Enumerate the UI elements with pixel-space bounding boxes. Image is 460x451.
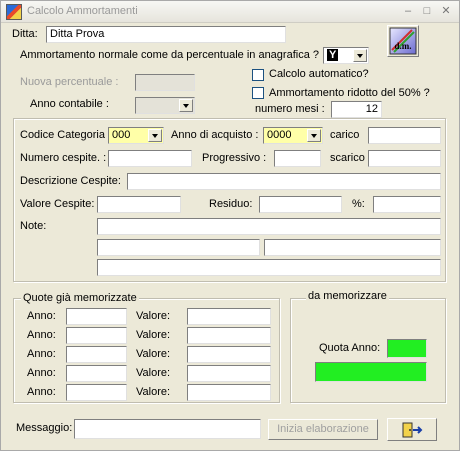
quote-valore-field[interactable] [187,327,271,344]
note-field-4[interactable] [97,259,441,276]
app-icon [6,4,22,20]
quote-anno-field[interactable] [66,365,127,382]
main-window: Calcolo Ammortamenti – □ ✕ Ditta: Ditta … [0,0,460,451]
quote-anno-label: Anno: [27,367,56,379]
anno-acquisto-label: Anno di acquisto : [171,129,259,141]
quote-anno-label: Anno: [27,386,56,398]
quote-valore-label: Valore: [136,367,171,379]
quota-valore-field[interactable] [315,362,427,382]
progressivo-label: Progressivo : [202,152,267,164]
ditta-field[interactable]: Ditta Prova [46,26,286,43]
quote-valore-field[interactable] [187,384,271,401]
window-title: Calcolo Ammortamenti [27,5,138,17]
nuova-percentuale-label: Nuova percentuale : [20,76,119,88]
quote-anno-field[interactable] [66,327,127,344]
quote-valore-label: Valore: [136,310,171,322]
nuova-percentuale-field[interactable] [135,74,195,91]
valore-cespite-field[interactable] [97,196,181,213]
title-bar: Calcolo Ammortamenti – □ ✕ [1,1,459,23]
percent-field[interactable] [373,196,441,213]
anno-acquisto-select[interactable]: 0000 [263,127,323,144]
quote-anno-label: Anno: [27,348,56,360]
ammortamento-normale-value: Y [327,49,339,61]
quota-anno-field[interactable] [387,339,427,358]
calcolo-automatico-label: Calcolo automatico? [269,68,369,80]
ditta-label: Ditta: [12,28,38,40]
anno-contabile-label: Anno contabile : [30,98,109,110]
restore-button[interactable]: □ [420,4,434,18]
exit-door-icon [402,422,423,438]
note-field-1[interactable] [97,218,441,235]
anno-contabile-select[interactable] [135,97,195,114]
numero-cespite-label: Numero cespite. : [20,152,107,164]
carico-label: carico [330,129,360,141]
quote-valore-field[interactable] [187,365,271,382]
numero-mesi-label: numero mesi : [255,103,325,115]
logo-button[interactable]: d.m. [387,25,419,57]
chevron-down-icon[interactable] [353,49,367,62]
scarico-label: scarico [330,152,365,164]
note-label: Note: [20,220,47,232]
ammortamento-ridotto-checkbox[interactable] [252,87,264,99]
progressivo-field[interactable] [274,150,321,167]
numero-mesi-field[interactable]: 12 [331,101,382,118]
messaggio-field[interactable] [74,419,261,439]
codice-categoria-select[interactable]: 000 [108,127,164,144]
valore-cespite-label: Valore Cespite: [20,198,95,210]
quote-anno-field[interactable] [66,346,127,363]
quote-valore-field[interactable] [187,346,271,363]
percent-label: %: [352,198,365,210]
chevron-down-icon[interactable] [179,99,193,112]
note-field-2[interactable] [97,239,260,256]
quote-anno-field[interactable] [66,384,127,401]
inizia-elaborazione-button[interactable]: Inizia elaborazione [268,419,378,440]
ammortamento-normale-label: Ammortamento normale come da percentuale… [20,49,326,61]
quote-valore-label: Valore: [136,329,171,341]
exit-button[interactable] [387,418,437,441]
quote-anno-label: Anno: [27,310,56,322]
descrizione-label: Descrizione Cespite: [20,175,121,187]
ammortamento-ridotto-label: Ammortamento ridotto del 50% ? [269,87,430,99]
ammortamento-normale-select[interactable]: Y [323,47,369,64]
quote-anno-field[interactable] [66,308,127,325]
chevron-down-icon[interactable] [148,129,162,142]
quote-valore-field[interactable] [187,308,271,325]
da-memorizzare-title: da memorizzare [306,290,389,302]
quote-group-title: Quote già memorizzate [21,292,139,304]
logo-text: d.m. [394,41,411,51]
close-button[interactable]: ✕ [439,4,453,18]
anno-acquisto-value: 0000 [267,129,292,141]
minimize-button[interactable]: – [401,4,415,18]
note-field-3[interactable] [264,239,441,256]
residuo-field[interactable] [259,196,342,213]
descrizione-field[interactable] [127,173,441,190]
residuo-label: Residuo: [209,198,253,210]
quote-valore-label: Valore: [136,386,171,398]
carico-field[interactable] [368,127,441,144]
messaggio-label: Messaggio: [16,422,73,434]
codice-categoria-label: Codice Categoria [20,129,105,141]
numero-cespite-field[interactable] [108,150,192,167]
calcolo-automatico-checkbox[interactable] [252,69,264,81]
quota-anno-label: Quota Anno: [319,342,381,354]
quote-anno-label: Anno: [27,329,56,341]
quote-valore-label: Valore: [136,348,171,360]
codice-categoria-value: 000 [112,129,131,141]
dm-logo-icon: d.m. [389,27,417,55]
chevron-down-icon[interactable] [307,129,321,142]
scarico-field[interactable] [368,150,441,167]
